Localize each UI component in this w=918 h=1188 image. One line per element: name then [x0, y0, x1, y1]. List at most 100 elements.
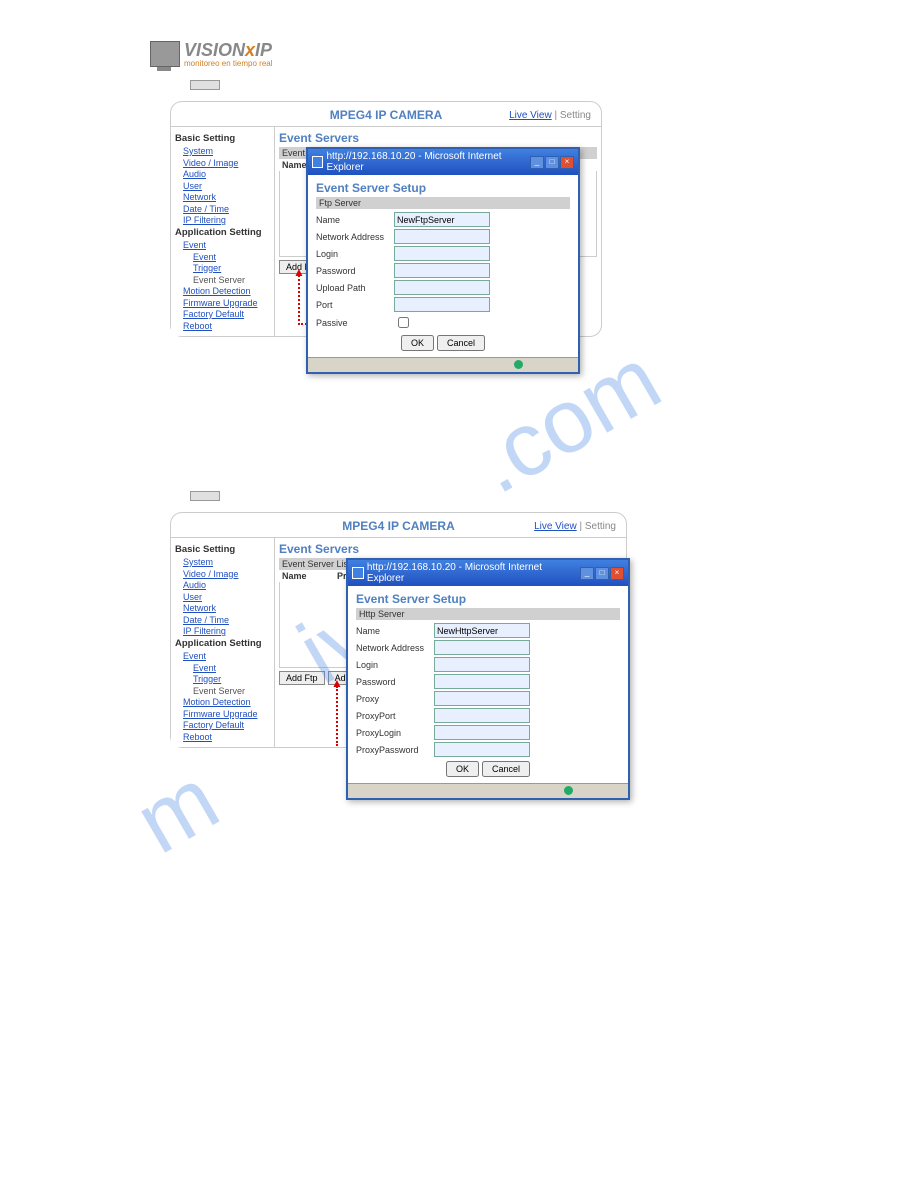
lbl-login: Login — [356, 660, 434, 670]
inp-pass[interactable] — [394, 263, 490, 278]
nav-network[interactable]: Network — [183, 603, 270, 613]
add-ftp-button[interactable]: Add Ftp — [279, 671, 325, 685]
maximize-button[interactable]: □ — [595, 567, 609, 580]
live-view-link[interactable]: Live View — [534, 521, 577, 532]
inp-name[interactable] — [434, 623, 530, 638]
popup-title-text: http://192.168.10.20 - Microsoft Interne… — [326, 151, 530, 173]
lbl-name: Name — [316, 215, 394, 225]
lbl-ppass: ProxyPassword — [356, 745, 434, 755]
inp-addr[interactable] — [434, 640, 530, 655]
nav-firmware[interactable]: Firmware Upgrade — [183, 709, 270, 719]
ok-button[interactable]: OK — [446, 761, 479, 777]
globe-icon — [514, 360, 523, 369]
camera-ui-ftp: MPEG4 IP CAMERA Live View | Setting Basi… — [170, 101, 602, 337]
inp-login[interactable] — [434, 657, 530, 672]
nav-network[interactable]: Network — [183, 192, 270, 202]
camera-title: MPEG4 IP CAMERA — [330, 108, 442, 122]
cancel-button[interactable]: Cancel — [437, 335, 485, 351]
lbl-addr: Network Address — [356, 643, 434, 653]
popup-titlebar[interactable]: http://192.168.10.20 - Microsoft Interne… — [348, 560, 628, 586]
ie-icon — [312, 156, 323, 168]
nav-sub-trigger[interactable]: Trigger — [193, 674, 270, 684]
lbl-upload: Upload Path — [316, 283, 394, 293]
watermark: m — [119, 748, 235, 875]
ie-icon — [352, 567, 364, 579]
globe-icon — [564, 786, 573, 795]
nav-ipfilter[interactable]: IP Filtering — [183, 626, 270, 636]
nav-factory[interactable]: Factory Default — [183, 309, 270, 319]
nav-event[interactable]: Event — [183, 651, 270, 661]
nav-event-server: Event Server — [193, 275, 270, 285]
logo-text: VISIONxIP — [184, 40, 273, 61]
popup-status — [308, 357, 578, 372]
inp-name[interactable] — [394, 212, 490, 227]
logo: VISIONxIP monitoreo en tiempo real — [150, 40, 768, 68]
inp-plogin[interactable] — [434, 725, 530, 740]
nav-video[interactable]: Video / Image — [183, 158, 270, 168]
nav-event[interactable]: Event — [183, 240, 270, 250]
popup-ftp: http://192.168.10.20 - Microsoft Interne… — [306, 147, 580, 374]
nav-system[interactable]: System — [183, 557, 270, 567]
popup-titlebar[interactable]: http://192.168.10.20 - Microsoft Interne… — [308, 149, 578, 175]
close-button[interactable]: × — [560, 156, 574, 169]
nav-sub-event[interactable]: Event — [193, 663, 270, 673]
lbl-login: Login — [316, 249, 394, 259]
inp-port[interactable] — [394, 297, 490, 312]
popup-title-text: http://192.168.10.20 - Microsoft Interne… — [367, 562, 580, 584]
popup-http-sub: Http Server — [356, 608, 620, 620]
inp-login[interactable] — [394, 246, 490, 261]
camera-ui-http: MPEG4 IP CAMERA Live View | Setting Basi… — [170, 512, 627, 748]
nav-event-server: Event Server — [193, 686, 270, 696]
chk-passive[interactable] — [398, 317, 409, 328]
nav-date[interactable]: Date / Time — [183, 204, 270, 214]
lbl-pass: Password — [316, 266, 394, 276]
section-title: Event Servers — [279, 542, 622, 556]
setting-text: Setting — [560, 110, 591, 121]
lbl-proxy: Proxy — [356, 694, 434, 704]
close-button[interactable]: × — [610, 567, 624, 580]
sep: | — [554, 110, 557, 121]
live-view-link[interactable]: Live View — [509, 110, 552, 121]
nav-firmware[interactable]: Firmware Upgrade — [183, 298, 270, 308]
popup-heading: Event Server Setup — [356, 592, 620, 606]
logo-sub: monitoreo en tiempo real — [184, 59, 273, 68]
nav-motion[interactable]: Motion Detection — [183, 697, 270, 707]
ok-button[interactable]: OK — [401, 335, 434, 351]
lbl-passive: Passive — [316, 318, 394, 328]
sidebar: Basic Setting System Video / Image Audio… — [171, 538, 275, 747]
inp-upload[interactable] — [394, 280, 490, 295]
minimize-button[interactable]: _ — [580, 567, 594, 580]
nav-ipfilter[interactable]: IP Filtering — [183, 215, 270, 225]
lbl-plogin: ProxyLogin — [356, 728, 434, 738]
lbl-addr: Network Address — [316, 232, 394, 242]
nav-user[interactable]: User — [183, 592, 270, 602]
col-name: Name — [282, 571, 337, 581]
nav-user[interactable]: User — [183, 181, 270, 191]
nav-date[interactable]: Date / Time — [183, 615, 270, 625]
maximize-button[interactable]: □ — [545, 156, 559, 169]
nav-reboot[interactable]: Reboot — [183, 321, 270, 331]
button-a[interactable] — [190, 80, 220, 90]
monitor-icon — [150, 41, 180, 67]
nav-motion[interactable]: Motion Detection — [183, 286, 270, 296]
cat-app: Application Setting — [175, 638, 270, 649]
nav-reboot[interactable]: Reboot — [183, 732, 270, 742]
nav-system[interactable]: System — [183, 146, 270, 156]
nav-factory[interactable]: Factory Default — [183, 720, 270, 730]
lbl-pass: Password — [356, 677, 434, 687]
inp-pass[interactable] — [434, 674, 530, 689]
minimize-button[interactable]: _ — [530, 156, 544, 169]
nav-sub-event[interactable]: Event — [193, 252, 270, 262]
popup-ftp-sub: Ftp Server — [316, 197, 570, 209]
inp-proxy[interactable] — [434, 691, 530, 706]
nav-audio[interactable]: Audio — [183, 580, 270, 590]
inp-ppass[interactable] — [434, 742, 530, 757]
nav-sub-trigger[interactable]: Trigger — [193, 263, 270, 273]
cancel-button[interactable]: Cancel — [482, 761, 530, 777]
sidebar: Basic Setting System Video / Image Audio… — [171, 127, 275, 336]
inp-pport[interactable] — [434, 708, 530, 723]
nav-video[interactable]: Video / Image — [183, 569, 270, 579]
inp-addr[interactable] — [394, 229, 490, 244]
button-b[interactable] — [190, 491, 220, 501]
nav-audio[interactable]: Audio — [183, 169, 270, 179]
